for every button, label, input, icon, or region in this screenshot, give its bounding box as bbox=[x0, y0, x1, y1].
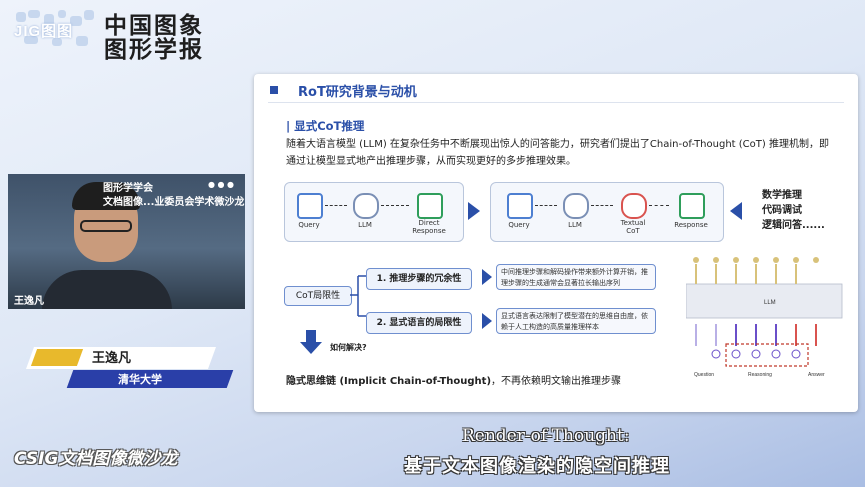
flow-arrow-right-icon bbox=[468, 202, 480, 220]
cot-share-icon bbox=[621, 193, 647, 219]
title-divider bbox=[268, 102, 844, 103]
query-label: Query bbox=[298, 221, 320, 229]
webcam-name-label: 王逸凡 bbox=[14, 296, 44, 307]
dash-arrow bbox=[591, 205, 613, 206]
event-name: CSIG文档图像微沙龙 bbox=[14, 449, 178, 469]
token-circles bbox=[711, 349, 801, 359]
direct-response-label: Direct Response bbox=[412, 219, 446, 235]
redundancy-description: 中间推理步骤和解码操作带来额外计算开销，推理步骤的生成通常会显著拉长输出序列 bbox=[496, 264, 656, 290]
question-label: Question bbox=[694, 372, 714, 378]
skill-math: 数学推理 bbox=[762, 190, 802, 201]
presentation-slide: RoT研究背景与动机 | 显式CoT推理 随着大语言模型 (LLM) 在复杂任务… bbox=[254, 74, 858, 412]
llm-robot-icon bbox=[563, 193, 589, 219]
token-column-markers bbox=[693, 257, 819, 263]
down-arrow-icon bbox=[300, 342, 322, 354]
dash-arrow bbox=[649, 205, 669, 206]
skill-code: 代码调试 bbox=[762, 205, 802, 216]
journal-title-line2: 图形学报 bbox=[104, 37, 204, 63]
diagram-llm-label: LLM bbox=[764, 300, 776, 306]
implicit-cot-bold: 隐式思维链 (Implicit Chain-of-Thought) bbox=[286, 376, 492, 387]
limitation-redundancy: 1. 推理步骤的冗余性 bbox=[366, 268, 472, 290]
title-bullet-icon bbox=[270, 86, 278, 94]
section-title: | 显式CoT推理 bbox=[286, 119, 365, 133]
implicit-cot-line: 隐式思维链 (Implicit Chain-of-Thought)，不再依赖明文… bbox=[286, 372, 621, 387]
cot-limitation-box: CoT局限性 bbox=[284, 286, 352, 306]
intro-paragraph: 随着大语言模型 (LLM) 在复杂任务中不断展现出惊人的问答能力，研究者们提出了… bbox=[286, 139, 829, 167]
limit1-arrow-icon bbox=[482, 269, 492, 285]
talk-title-english: Render-of-Thought: bbox=[462, 426, 630, 446]
nameplate-accent bbox=[30, 349, 84, 366]
skills-list: 数学推理 代码调试 逻辑问答...... bbox=[762, 188, 825, 233]
cot-flow-box: Query LLM Textual CoT Response bbox=[490, 182, 724, 242]
language-description: 显式语言表达限制了模型潜在的思维自由度，依赖于人工构造的高质量推理样本 bbox=[496, 308, 656, 334]
speaker-webcam: 图形学学会 文档图像...业委员会学术微沙龙 ● ● ● 王逸凡 bbox=[8, 174, 245, 309]
how-to-solve-label: 如何解决? bbox=[330, 343, 367, 352]
speaker-affiliation: 清华大学 bbox=[118, 373, 162, 386]
direct-flow-box: Query LLM Direct Response bbox=[284, 182, 464, 242]
response-label: Response bbox=[674, 221, 708, 229]
speaker-body bbox=[42, 270, 172, 309]
skill-logic: 逻辑问答...... bbox=[762, 220, 825, 231]
response-chat-icon bbox=[679, 193, 705, 219]
journal-logo-text: JIG图图 bbox=[14, 23, 74, 40]
reasoning-label: Reasoning bbox=[748, 372, 772, 378]
flow-arrow-left-icon bbox=[730, 202, 742, 220]
query-doc-icon bbox=[507, 193, 533, 219]
llm-label: LLM bbox=[358, 221, 372, 229]
response-chat-icon bbox=[417, 193, 443, 219]
implicit-reasoning-diagram: LLM Question Reasoning Answer bbox=[686, 257, 843, 378]
dash-arrow bbox=[381, 205, 409, 206]
limit2-arrow-icon bbox=[482, 313, 492, 329]
dash-arrow bbox=[325, 205, 347, 206]
query-label: Query bbox=[508, 221, 530, 229]
branch-connector bbox=[350, 275, 366, 317]
limitation-language: 2. 显式语言的局限性 bbox=[366, 312, 472, 334]
speaker-name: 王逸凡 bbox=[92, 351, 132, 366]
textual-cot-label: Textual CoT bbox=[620, 219, 646, 235]
window-controls[interactable]: ● ● ● bbox=[208, 180, 234, 189]
implicit-cot-rest: ，不再依赖明文输出推理步骤 bbox=[491, 376, 622, 387]
dash-arrow bbox=[535, 205, 557, 206]
answer-label: Answer bbox=[808, 372, 825, 378]
talk-title-chinese: 基于文本图像渲染的隐空间推理 bbox=[404, 456, 670, 477]
query-doc-icon bbox=[297, 193, 323, 219]
speaker-glasses bbox=[80, 220, 132, 232]
slide-title: RoT研究背景与动机 bbox=[298, 85, 417, 100]
llm-robot-icon bbox=[353, 193, 379, 219]
llm-label: LLM bbox=[568, 221, 582, 229]
